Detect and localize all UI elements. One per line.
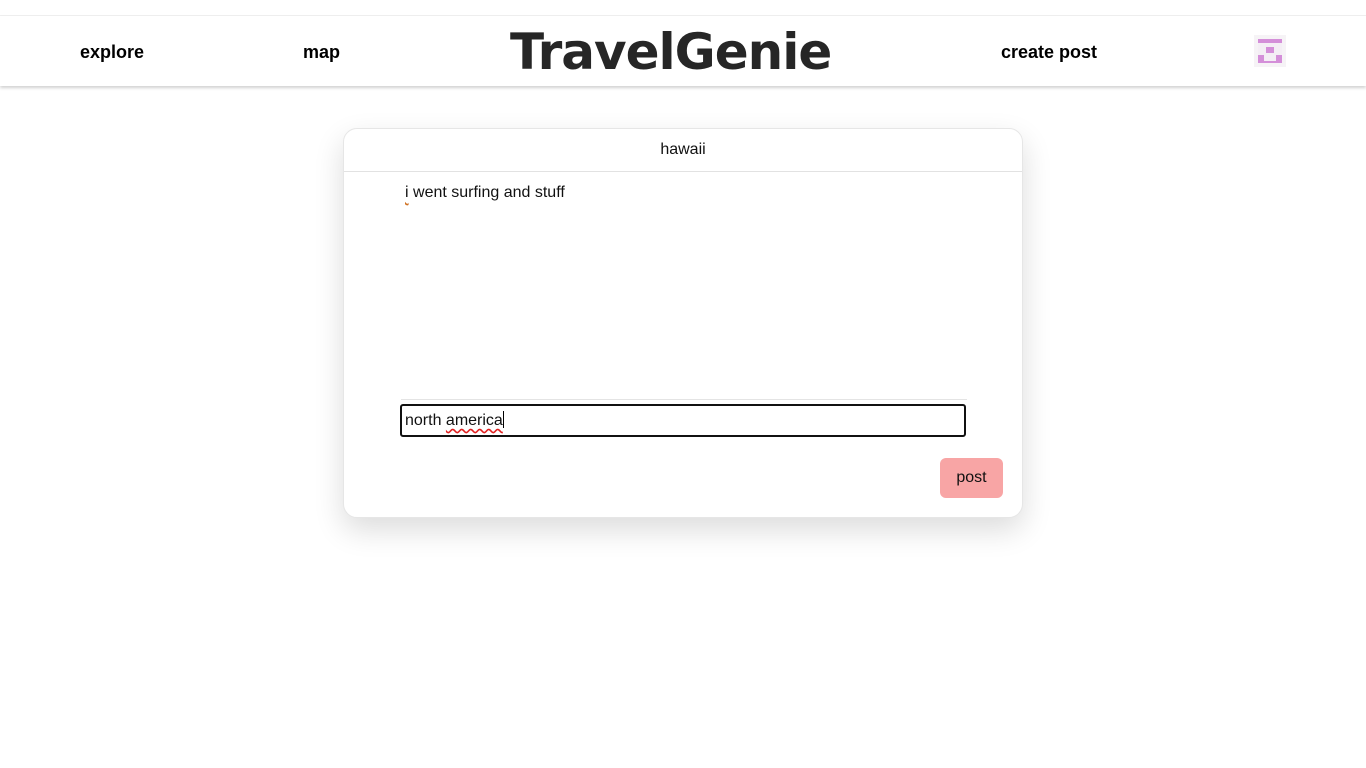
location-input[interactable]: north america: [400, 404, 966, 437]
create-post-card: hawaii i went surfing and stuff north am…: [343, 128, 1023, 518]
location-word-1: north: [405, 412, 442, 429]
nav-create-post-link[interactable]: create post: [1001, 42, 1097, 62]
navbar: explore map TravelGenie create post: [0, 16, 1366, 86]
post-title-input[interactable]: hawaii: [344, 129, 1022, 172]
brand-logo[interactable]: TravelGenie: [510, 24, 832, 80]
nav-map-link[interactable]: map: [303, 42, 340, 62]
identicon-avatar-icon: [1258, 39, 1282, 63]
avatar[interactable]: [1254, 35, 1286, 67]
body-divider: [401, 399, 967, 400]
text-caret: [502, 411, 504, 428]
post-button[interactable]: post: [940, 458, 1003, 498]
location-word-2: america: [445, 412, 503, 429]
nav-explore-link[interactable]: explore: [80, 42, 144, 62]
body-text: went surfing and stuff: [408, 184, 565, 201]
post-body-textarea[interactable]: i went surfing and stuff: [405, 183, 965, 343]
